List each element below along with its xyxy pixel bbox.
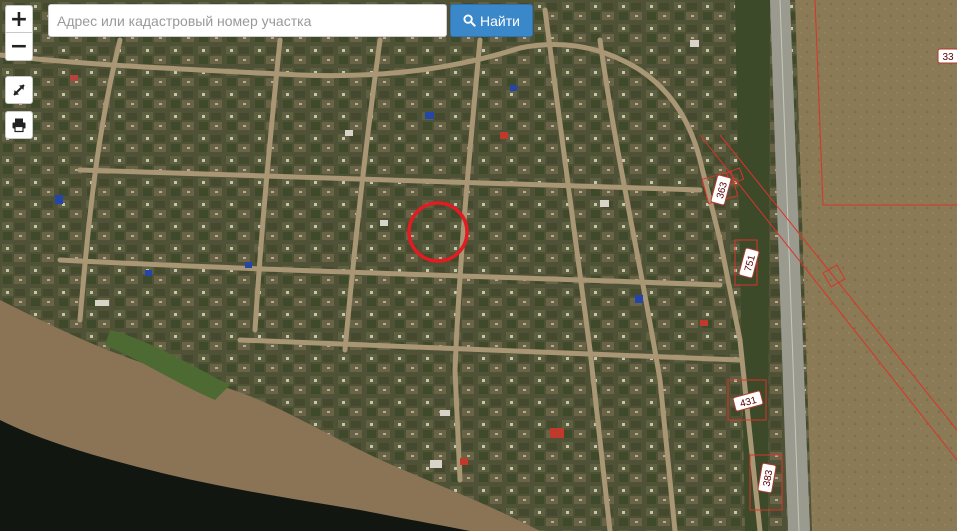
search-input[interactable]: [48, 4, 447, 37]
search-button-label: Найти: [480, 12, 520, 29]
zoom-out-button[interactable]: −: [5, 33, 33, 61]
expand-arrows-icon: [13, 84, 25, 96]
zoom-in-button[interactable]: +: [5, 5, 33, 33]
print-button[interactable]: [5, 111, 33, 139]
zoom-out-label: −: [9, 34, 29, 59]
plot-label-33: 33: [942, 52, 954, 63]
printer-icon: [12, 118, 26, 133]
search-button[interactable]: Найти: [450, 4, 533, 37]
search-icon: [463, 14, 476, 27]
fullscreen-button[interactable]: [5, 76, 33, 104]
zoom-in-label: +: [9, 6, 29, 32]
field-area: [795, 0, 957, 531]
satellite-map[interactable]: 363 751 431 383 33: [0, 0, 957, 531]
